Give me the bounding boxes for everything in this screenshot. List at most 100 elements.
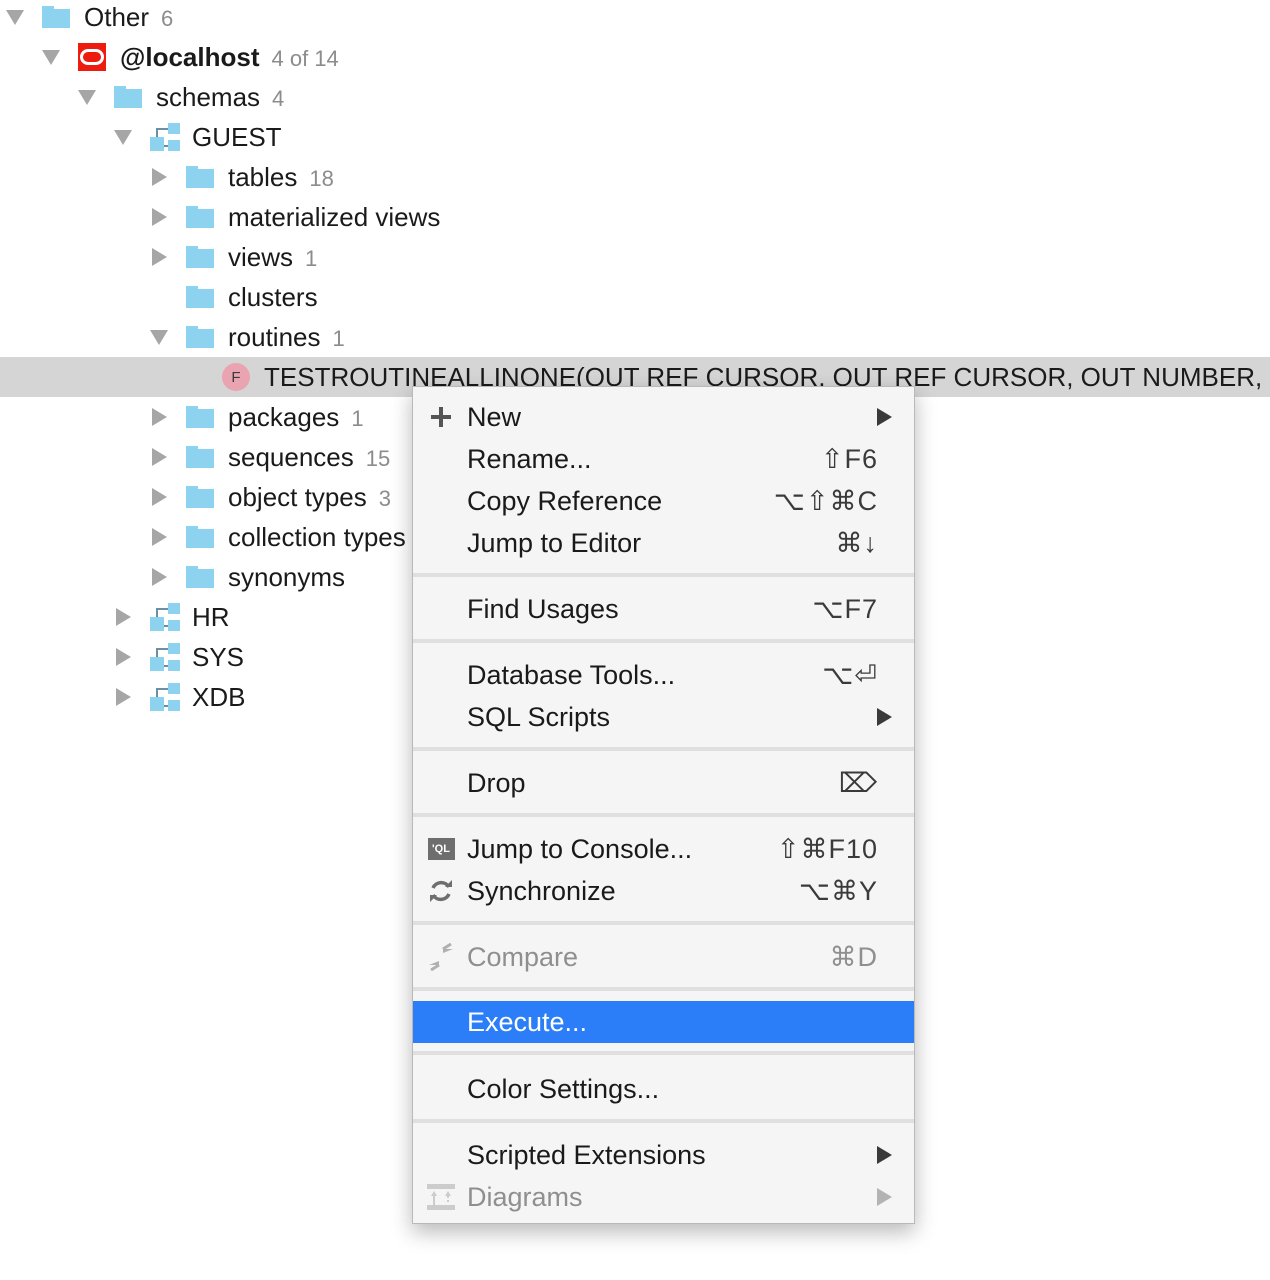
node-count: 6 xyxy=(161,5,174,31)
tree-node-schemas[interactable]: schemas 4 xyxy=(0,77,1270,117)
folder-icon xyxy=(42,6,70,28)
tree-node-other[interactable]: Other 6 xyxy=(0,0,1270,37)
expand-arrow-icon[interactable] xyxy=(112,646,134,668)
menu-item-label: Scripted Extensions xyxy=(467,1139,706,1170)
node-count: 1 xyxy=(351,405,364,431)
node-count: 1 xyxy=(305,245,318,271)
menu-separator xyxy=(413,1051,914,1055)
node-count: 18 xyxy=(309,165,334,191)
menu-item-label: Color Settings... xyxy=(467,1073,660,1104)
submenu-arrow-icon xyxy=(877,1188,892,1206)
folder-icon xyxy=(186,406,214,428)
menu-item-jump-to-console[interactable]: 'QL Jump to Console... ⇧⌘F10 xyxy=(413,828,914,870)
menu-item-new[interactable]: New xyxy=(413,396,914,438)
expand-arrow-icon[interactable] xyxy=(76,86,98,108)
expand-arrow-icon[interactable] xyxy=(148,446,170,468)
expand-arrow-icon[interactable] xyxy=(148,486,170,508)
tree-node-localhost[interactable]: @localhost 4 of 14 xyxy=(0,37,1270,77)
expand-arrow-icon[interactable] xyxy=(148,166,170,188)
submenu-arrow-icon xyxy=(877,408,892,426)
expand-arrow-icon[interactable] xyxy=(148,526,170,548)
schema-icon xyxy=(150,603,180,631)
menu-separator xyxy=(413,747,914,751)
node-count: 4 of 14 xyxy=(271,45,339,71)
menu-item-find-usages[interactable]: Find Usages ⌥F7 xyxy=(413,588,914,630)
shortcut-label: ⌥⏎ xyxy=(822,659,878,690)
node-label: HR xyxy=(192,601,230,632)
expand-arrow-icon[interactable] xyxy=(112,126,134,148)
menu-item-rename[interactable]: Rename... ⇧F6 xyxy=(413,438,914,480)
menu-item-label: Copy Reference xyxy=(467,485,663,516)
node-label: collection types xyxy=(228,521,406,552)
shortcut-label: ⌥⌘Y xyxy=(798,875,878,906)
menu-item-execute[interactable]: Execute... xyxy=(413,1001,914,1043)
node-label: materialized views xyxy=(228,201,441,232)
shortcut-label: ⌘↓ xyxy=(835,527,878,558)
expand-arrow-icon[interactable] xyxy=(148,206,170,228)
menu-item-label: Jump to Console... xyxy=(467,833,693,864)
tree-node-tables[interactable]: tables 18 xyxy=(0,157,1270,197)
tree-node-routines[interactable]: routines 1 xyxy=(0,317,1270,357)
shortcut-label: ⌥⇧⌘C xyxy=(773,485,878,516)
expand-arrow-icon[interactable] xyxy=(112,686,134,708)
node-count: 15 xyxy=(365,445,391,471)
node-label: object types xyxy=(228,481,367,512)
menu-item-copy-reference[interactable]: Copy Reference ⌥⇧⌘C xyxy=(413,480,914,522)
menu-item-database-tools[interactable]: Database Tools... ⌥⏎ xyxy=(413,654,914,696)
menu-item-label: Execute... xyxy=(467,1006,588,1037)
menu-item-color-settings[interactable]: Color Settings... xyxy=(413,1068,914,1110)
folder-icon xyxy=(186,526,214,548)
tree-node-guest[interactable]: GUEST xyxy=(0,117,1270,157)
menu-item-label: Synchronize xyxy=(467,875,616,906)
expand-arrow-icon[interactable] xyxy=(148,326,170,348)
node-label: views xyxy=(228,241,294,272)
node-label: tables xyxy=(228,161,298,192)
expand-arrow-icon[interactable] xyxy=(148,406,170,428)
menu-separator xyxy=(413,1119,914,1123)
expand-arrow-icon[interactable] xyxy=(148,246,170,268)
tree-node-materialized-views[interactable]: materialized views xyxy=(0,197,1270,237)
expand-arrow-icon[interactable] xyxy=(40,46,62,68)
node-label: packages xyxy=(228,401,340,432)
folder-icon xyxy=(186,446,214,468)
menu-item-label: Find Usages xyxy=(467,593,619,624)
menu-separator xyxy=(413,921,914,925)
menu-item-label: Diagrams xyxy=(467,1181,583,1212)
node-label: Other xyxy=(84,1,150,32)
expand-arrow-icon[interactable] xyxy=(112,606,134,628)
node-label: clusters xyxy=(228,281,318,312)
tree-node-clusters[interactable]: clusters xyxy=(0,277,1270,317)
submenu-arrow-icon xyxy=(877,708,892,726)
node-count: 1 xyxy=(332,325,345,351)
shortcut-label: ⇧F6 xyxy=(820,443,878,474)
schema-icon xyxy=(150,683,180,711)
menu-item-scripted-extensions[interactable]: Scripted Extensions xyxy=(413,1134,914,1176)
menu-item-sql-scripts[interactable]: SQL Scripts xyxy=(413,696,914,738)
node-count: 3 xyxy=(378,485,391,511)
folder-icon xyxy=(186,246,214,268)
tree-node-views[interactable]: views 1 xyxy=(0,237,1270,277)
menu-item-synchronize[interactable]: Synchronize ⌥⌘Y xyxy=(413,870,914,912)
menu-item-label: Database Tools... xyxy=(467,659,676,690)
menu-item-jump-to-editor[interactable]: Jump to Editor ⌘↓ xyxy=(413,522,914,564)
expand-arrow-icon[interactable] xyxy=(148,566,170,588)
menu-item-compare[interactable]: Compare ⌘D xyxy=(413,936,914,978)
node-label: synonyms xyxy=(228,561,346,592)
shortcut-label: ⌥F7 xyxy=(812,593,878,624)
compare-icon xyxy=(427,943,455,971)
menu-item-drop[interactable]: Drop ⌦ xyxy=(413,762,914,804)
folder-icon xyxy=(186,206,214,228)
menu-item-label: Jump to Editor xyxy=(467,527,642,558)
sync-icon xyxy=(427,877,455,905)
menu-separator xyxy=(413,987,914,991)
expand-arrow-icon[interactable] xyxy=(4,6,26,28)
node-label: @localhost xyxy=(120,41,260,72)
menu-item-diagrams[interactable]: Diagrams xyxy=(413,1176,914,1218)
menu-separator xyxy=(413,639,914,643)
menu-separator xyxy=(413,573,914,577)
folder-icon xyxy=(114,86,142,108)
node-label: sequences xyxy=(228,441,354,472)
schema-icon xyxy=(150,123,180,151)
context-menu: New Rename... ⇧F6 Copy Reference ⌥⇧⌘C Ju… xyxy=(412,386,915,1224)
console-icon-text: 'QL xyxy=(427,838,455,860)
